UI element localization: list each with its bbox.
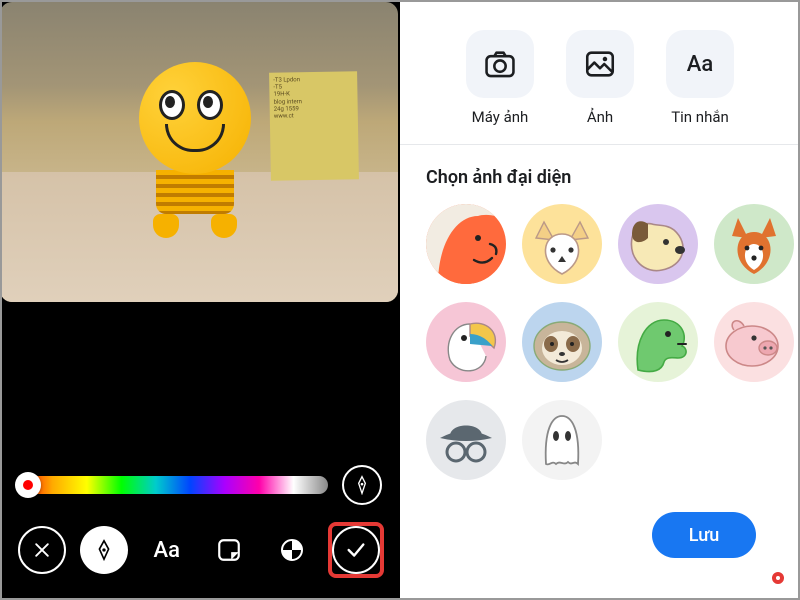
close-button[interactable] <box>18 526 66 574</box>
sticky-note-prop: -T3 Lpdon-T519H-Kblog intern24g 1559www.… <box>269 71 359 181</box>
avatar-purple-dog[interactable] <box>618 204 698 284</box>
avatar-orange-face[interactable] <box>426 204 506 284</box>
section-title: Chọn ảnh đại diện <box>400 145 800 204</box>
sticker-tool-button[interactable] <box>205 526 253 574</box>
editor-toolbar: Aa <box>0 508 400 600</box>
color-slider[interactable] <box>18 476 328 494</box>
color-slider-row <box>0 462 400 508</box>
editor-canvas-blank[interactable] <box>0 302 400 462</box>
avatar-blue-sloth[interactable] <box>522 302 602 382</box>
source-camera[interactable]: Máy ảnh <box>466 30 534 126</box>
avatar-green-fox[interactable] <box>714 204 794 284</box>
avatar-pink-toucan[interactable] <box>426 302 506 382</box>
story-editor-pane: -T3 Lpdon-T519H-Kblog intern24g 1559www.… <box>0 0 400 600</box>
avatar-pink-pig[interactable] <box>714 302 794 382</box>
avatar-green-dino[interactable] <box>618 302 698 382</box>
draw-tool-button[interactable] <box>80 526 128 574</box>
sticker-icon <box>216 537 242 563</box>
text-tool-button[interactable]: Aa <box>143 526 191 574</box>
avatar-illustration <box>714 302 794 382</box>
source-gallery[interactable]: Ảnh <box>566 30 634 126</box>
source-text-label: Tin nhắn <box>671 108 729 126</box>
avatar-picker-pane: Máy ảnh Ảnh Aa Tin nhắn Chọn ảnh đại diệ… <box>400 0 800 600</box>
confirm-button[interactable] <box>332 526 380 574</box>
confirm-button-highlight <box>330 524 382 576</box>
spring-toy-prop <box>130 62 260 252</box>
avatar-source-row: Máy ảnh Ảnh Aa Tin nhắn <box>400 0 800 144</box>
avatar-grid <box>400 204 800 480</box>
avatar-illustration <box>522 400 602 480</box>
avatar-illustration <box>714 204 794 284</box>
text-glyph-icon: Aa <box>666 30 734 98</box>
avatar-illustration <box>426 204 506 284</box>
avatar-illustration <box>522 302 602 382</box>
image-icon <box>583 47 617 81</box>
source-camera-label: Máy ảnh <box>472 108 529 126</box>
photo-preview[interactable]: -T3 Lpdon-T519H-Kblog intern24g 1559www.… <box>0 2 398 302</box>
avatar-illustration <box>426 400 506 480</box>
camera-icon <box>483 47 517 81</box>
avatar-ghost[interactable] <box>522 400 602 480</box>
pen-style-button[interactable] <box>342 465 382 505</box>
avatar-yellow-fox[interactable] <box>522 204 602 284</box>
avatar-illustration <box>426 302 506 382</box>
effects-tool-button[interactable] <box>268 526 316 574</box>
close-icon <box>32 540 52 560</box>
check-icon <box>345 539 367 561</box>
source-gallery-label: Ảnh <box>587 108 613 126</box>
save-button[interactable]: Lưu <box>652 512 756 558</box>
pen-nib-icon <box>93 539 115 561</box>
avatar-illustration <box>522 204 602 284</box>
avatar-illustration <box>618 302 698 382</box>
save-button-highlight: Lưu <box>774 574 782 582</box>
avatar-gray-incognito[interactable] <box>426 400 506 480</box>
checker-circle-icon <box>280 538 304 562</box>
color-slider-thumb[interactable] <box>15 472 41 498</box>
pen-nib-icon <box>352 475 372 495</box>
avatar-illustration <box>618 204 698 284</box>
source-text[interactable]: Aa Tin nhắn <box>666 30 734 126</box>
